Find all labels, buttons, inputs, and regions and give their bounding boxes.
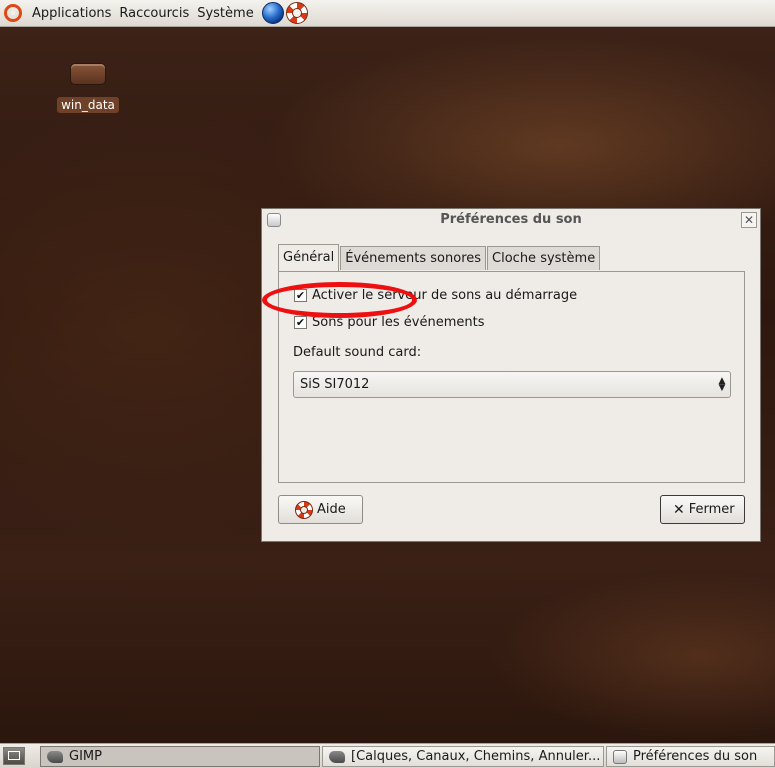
tab-bar: Général Événements sonores Cloche systèm… <box>278 244 601 271</box>
checkbox-label-event-sounds: Sons pour les événements <box>312 315 485 330</box>
checkbox-label-sound-server: Activer le serveur de sons au démarrage <box>312 288 578 303</box>
dialog-title: Préférences du son <box>440 212 582 227</box>
close-icon: ✕ <box>673 501 685 518</box>
close-button[interactable]: ✕ Fermer <box>660 495 745 524</box>
desktop-icon-win-data[interactable]: win_data <box>56 60 120 113</box>
task-button-sound-prefs[interactable]: Préférences du son <box>606 746 775 767</box>
gimp-icon <box>47 750 63 763</box>
tab-evenements-sonores[interactable]: Événements sonores <box>340 246 487 270</box>
bottom-panel: GIMP [Calques, Canaux, Chemins, Annuler.… <box>0 743 775 768</box>
sound-card-label: Default sound card: <box>293 345 422 360</box>
menu-raccourcis[interactable]: Raccourcis <box>115 6 193 21</box>
help-button-label: Aide <box>317 502 346 517</box>
ubuntu-logo-icon[interactable] <box>4 4 22 22</box>
dialog-titlebar[interactable]: Préférences du son ✕ <box>262 209 760 231</box>
web-browser-icon[interactable] <box>261 2 284 24</box>
help-button[interactable]: Aide <box>278 495 363 524</box>
sound-card-value: SiS SI7012 <box>300 377 370 392</box>
help-icon[interactable] <box>285 2 308 24</box>
tab-panel-general: ✔ Activer le serveur de sons au démarrag… <box>262 271 745 483</box>
checkbox-sound-server[interactable]: ✔ <box>294 289 307 302</box>
menu-applications[interactable]: Applications <box>28 6 115 21</box>
checkbox-row-sound-server[interactable]: ✔ Activer le serveur de sons au démarrag… <box>294 288 577 303</box>
drive-icon <box>70 63 106 85</box>
sound-preferences-dialog: Préférences du son ✕ Général Événements … <box>261 208 761 542</box>
tab-general[interactable]: Général <box>278 244 340 271</box>
sound-card-select[interactable]: SiS SI7012 ▲ ▼ <box>293 371 731 398</box>
checkbox-row-event-sounds[interactable]: ✔ Sons pour les événements <box>294 315 485 330</box>
combo-arrows-icon: ▲ ▼ <box>718 375 726 393</box>
task-label: [Calques, Canaux, Chemins, Annuler... <box>351 749 601 764</box>
menu-systeme[interactable]: Système <box>193 6 257 21</box>
task-button-gimp[interactable]: GIMP <box>40 746 320 767</box>
checkbox-event-sounds[interactable]: ✔ <box>294 316 307 329</box>
gimp-icon <box>329 750 345 763</box>
window-close-button[interactable]: ✕ <box>741 212 757 228</box>
task-button-gimp-layers[interactable]: [Calques, Canaux, Chemins, Annuler... <box>322 746 604 767</box>
sound-prefs-icon <box>613 749 627 764</box>
lifebuoy-icon <box>295 500 313 519</box>
close-button-label: Fermer <box>688 502 735 517</box>
desktop-icon-label: win_data <box>57 97 119 113</box>
show-desktop-icon[interactable] <box>3 747 25 765</box>
task-label: GIMP <box>69 749 102 764</box>
task-label: Préférences du son <box>633 749 758 764</box>
tab-cloche-systeme[interactable]: Cloche système <box>487 246 601 270</box>
top-panel: Applications Raccourcis Système <box>0 0 775 27</box>
